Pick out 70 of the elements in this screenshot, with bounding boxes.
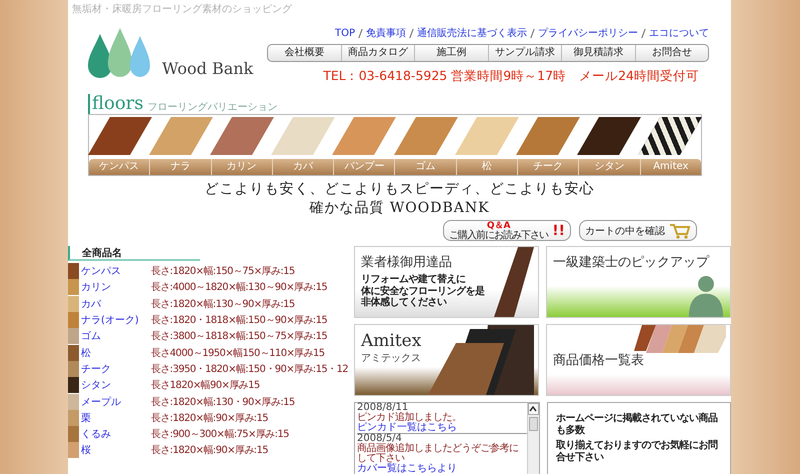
- header-link[interactable]: プライバシーポリシー: [538, 26, 638, 40]
- cart-button[interactable]: カートの中を確認: [579, 220, 697, 241]
- product-size: 長さ:1820×幅:90×厚み:15: [151, 444, 268, 458]
- news-link[interactable]: カバー覧はこちらより: [357, 464, 527, 474]
- wood-swatch[interactable]: [88, 117, 152, 155]
- banner-title: Amitex: [361, 331, 422, 351]
- product-size: 長さ:1820×幅:150～75×厚み:15: [151, 265, 295, 278]
- banner-subtitle: アミテックス: [361, 352, 421, 365]
- nav-tab[interactable]: お問合せ: [634, 45, 708, 61]
- info-text: 取り揃えておりますのでお気軽にお問合せ下さい: [556, 440, 718, 464]
- section-subtitle: フローリングバリエーション: [148, 101, 278, 114]
- news-link[interactable]: ピンカド一覧はこちら: [357, 423, 527, 433]
- promo-banner[interactable]: Amitex アミテックス: [354, 324, 539, 396]
- scroll-thumb[interactable]: [528, 417, 538, 431]
- product-size: 長さ:3800～1818×幅:150～75×厚み:15: [151, 330, 328, 344]
- product-link[interactable]: 栗: [81, 410, 151, 425]
- product-link[interactable]: くるみ: [81, 427, 151, 442]
- scrollbar[interactable]: [526, 403, 539, 474]
- product-link[interactable]: メープル: [81, 394, 151, 409]
- info-text: ホームページに掲載されていない商品も多数: [556, 413, 718, 437]
- product-size: 長さ1820×幅90×厚み15: [151, 379, 260, 392]
- news-date: 2008/5/4: [357, 434, 402, 444]
- promo-banner[interactable]: 業者様御用達品 リフォームや建て替えに 体に安全なフローリングを是非体感してください: [354, 246, 539, 318]
- product-size: 長さ:4000～1820×幅:130～90×厚み:15: [151, 281, 328, 294]
- banner-title: 商品価格一覧表: [553, 352, 644, 369]
- product-size: 長さ:1820×幅:90×厚み:15: [151, 412, 268, 425]
- logo-wordmark[interactable]: Wood Bank: [162, 59, 254, 78]
- cart-icon: [669, 222, 691, 238]
- header-link[interactable]: エコについて: [649, 26, 709, 40]
- scroll-up-icon[interactable]: [528, 403, 539, 415]
- header-link[interactable]: TOP: [334, 28, 355, 38]
- banner-title: 業者様御用達品: [361, 254, 452, 271]
- product-link[interactable]: チーク: [81, 362, 151, 376]
- news-text: 商品画像追加しましたどうぞご参考にして下さい: [357, 444, 520, 464]
- contact-info: TEL：03-6418-5925 営業時間9時～17時 メール24時間受付可: [323, 68, 699, 85]
- nav-tab[interactable]: 施工例: [414, 45, 488, 61]
- nav-tab[interactable]: 商品カタログ: [340, 45, 414, 61]
- product-link[interactable]: カリン: [81, 280, 151, 294]
- slogan-text: 確かな品質 WOODBANK: [308, 199, 491, 218]
- banner-caption: 体に安全なフローリングを是非体感してください: [361, 286, 486, 308]
- product-size: 長さ:900～300×幅:75×厚み:15: [151, 428, 289, 442]
- site-tagline: 無垢材・床暖房フローリング素材のショッピング: [71, 2, 293, 16]
- product-link[interactable]: ゴム: [81, 329, 151, 344]
- product-size: 長さ:1820×幅:130～90×厚み:15: [151, 298, 295, 311]
- product-link[interactable]: 桜: [81, 443, 151, 458]
- promo-banner[interactable]: 一級建築士のピックアップ: [546, 246, 731, 318]
- promo-banner[interactable]: 商品価格一覧表: [546, 324, 731, 396]
- product-link[interactable]: ケンパス: [81, 264, 151, 278]
- product-link[interactable]: ナラ(オーク): [81, 313, 151, 328]
- banner-caption: リフォームや建て替えに: [361, 274, 466, 285]
- pattern-swatch[interactable]: [638, 117, 702, 155]
- product-size: 長さ:1820×幅:130・90×厚み:15: [151, 396, 295, 409]
- person-silhouette-icon: [686, 273, 726, 317]
- product-size: 長さ:1820・1818×幅:150～90×厚み:15: [151, 314, 328, 328]
- nav-tab[interactable]: 会社概要: [268, 45, 340, 61]
- nav-tab[interactable]: サンプル請求: [488, 45, 561, 61]
- nav-tab[interactable]: 御見積請求: [561, 45, 634, 61]
- slogan-text: どこよりも安く、どこよりもスピーディ、どこよりも安心: [204, 180, 596, 199]
- product-link[interactable]: カバ: [81, 296, 151, 311]
- news-text: ピンカド追加しました。: [357, 413, 462, 423]
- news-date: 2008/8/11: [357, 403, 408, 413]
- banner-title: 一級建築士のピックアップ: [553, 254, 709, 271]
- list-heading: 全商品名: [68, 246, 200, 261]
- product-link[interactable]: シタン: [81, 378, 151, 392]
- section-title: floors: [88, 94, 144, 114]
- product-size: 長さ:3950・1820×幅:150・90×厚み:15・12: [151, 362, 348, 376]
- product-link[interactable]: 松: [81, 346, 151, 360]
- product-size: 長さ4000～1950×幅150～110×厚み15: [151, 346, 325, 360]
- header-link[interactable]: 免責事項: [366, 26, 406, 40]
- header-link[interactable]: 通信販売法に基づく表示: [417, 26, 527, 40]
